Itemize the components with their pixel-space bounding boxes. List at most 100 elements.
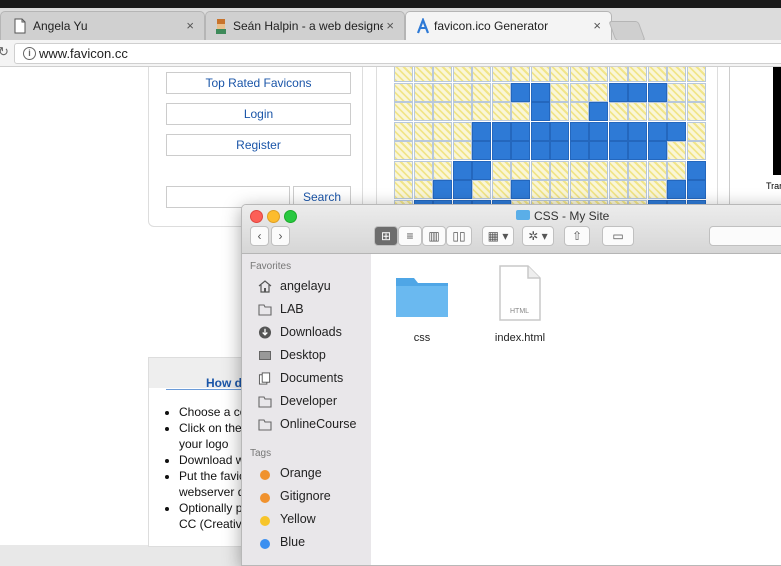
pixel-cell[interactable] [452,141,472,160]
pixel-cell[interactable] [667,102,686,121]
zoom-window-button[interactable] [284,210,297,223]
pixel-cell[interactable] [550,160,569,180]
pixel-cell[interactable] [589,67,608,82]
pixel-cell[interactable] [433,82,452,102]
pixel-cell[interactable] [452,180,472,199]
pixel-cell[interactable] [550,82,569,102]
pixel-cell[interactable] [608,180,628,199]
pixel-cell[interactable] [608,141,628,160]
pixel-cell[interactable] [550,141,569,160]
pixel-cell[interactable] [608,121,628,141]
pixel-cell[interactable] [394,82,413,102]
pixel-cell[interactable] [472,102,491,121]
share-icon[interactable]: ⇧ [564,226,590,246]
pixel-cell[interactable] [452,82,472,102]
pixel-cell[interactable] [550,180,569,199]
pixel-cell[interactable] [491,67,511,82]
icon-view-button[interactable]: ⊞ [374,226,398,246]
pixel-cell[interactable] [569,82,589,102]
new-tab-button[interactable] [608,21,646,41]
pixel-cell[interactable] [589,102,608,121]
pixel-cell[interactable] [647,121,667,141]
pixel-cell[interactable] [452,67,472,82]
register-button[interactable]: Register [166,134,351,156]
pixel-cell[interactable] [589,121,608,141]
pixel-cell[interactable] [569,180,589,199]
pixel-cell[interactable] [472,121,491,141]
cover-flow-button[interactable]: ▯▯ [446,226,472,246]
pixel-cell[interactable] [472,67,491,82]
pixel-cell[interactable] [491,102,511,121]
pixel-cell[interactable] [628,141,647,160]
list-view-button[interactable]: ≡ [398,226,422,246]
pixel-cell[interactable] [628,121,647,141]
pixel-cell[interactable] [433,67,452,82]
pixel-cell[interactable] [686,82,706,102]
pixel-cell[interactable] [647,141,667,160]
pixel-cell[interactable] [472,160,491,180]
pixel-cell[interactable] [491,121,511,141]
pixel-cell[interactable] [686,121,706,141]
pixel-cell[interactable] [569,141,589,160]
reload-icon[interactable]: ↻ [0,44,9,60]
pixel-cell[interactable] [491,82,511,102]
pixel-cell[interactable] [569,121,589,141]
close-window-button[interactable] [250,210,263,223]
pixel-cell[interactable] [569,160,589,180]
action-gear-icon[interactable]: ✲ ▾ [522,226,554,246]
pixel-cell[interactable] [608,160,628,180]
tab-favicon-generator[interactable]: favicon.ico Generator × [405,11,612,40]
pixel-cell[interactable] [511,180,530,199]
pixel-cell[interactable] [647,102,667,121]
pixel-cell[interactable] [530,121,550,141]
pixel-cell[interactable] [530,160,550,180]
pixel-cell[interactable] [413,160,433,180]
pixel-cell[interactable] [569,67,589,82]
pixel-cell[interactable] [413,102,433,121]
tab-angela-yu[interactable]: Angela Yu × [0,11,205,40]
pixel-cell[interactable] [628,180,647,199]
pixel-cell[interactable] [530,180,550,199]
pixel-cell[interactable] [686,67,706,82]
pixel-cell[interactable] [647,67,667,82]
pixel-cell[interactable] [433,121,452,141]
pixel-cell[interactable] [394,160,413,180]
pixel-cell[interactable] [511,160,530,180]
pixel-cell[interactable] [686,141,706,160]
pixel-cell[interactable] [550,102,569,121]
pixel-cell[interactable] [511,102,530,121]
pixel-cell[interactable] [511,141,530,160]
pixel-cell[interactable] [608,67,628,82]
pixel-cell[interactable] [394,102,413,121]
pixel-cell[interactable] [472,82,491,102]
pixel-cell[interactable] [413,82,433,102]
pixel-cell[interactable] [413,180,433,199]
pixel-cell[interactable] [686,160,706,180]
pixel-cell[interactable] [608,102,628,121]
pixel-cell[interactable] [394,121,413,141]
pixel-cell[interactable] [413,67,433,82]
pixel-cell[interactable] [433,160,452,180]
pixel-cell[interactable] [628,67,647,82]
pixel-cell[interactable] [647,82,667,102]
pixel-cell[interactable] [667,67,686,82]
url-input[interactable]: i www.favicon.cc [14,43,781,64]
pixel-cell[interactable] [394,180,413,199]
minimize-window-button[interactable] [267,210,280,223]
pixel-cell[interactable] [530,141,550,160]
tab-sean-halpin[interactable]: Seán Halpin - a web designer & × [205,11,405,40]
pixel-cell[interactable] [394,141,413,160]
close-icon[interactable]: × [386,18,394,33]
pixel-cell[interactable] [608,82,628,102]
pixel-cell[interactable] [589,82,608,102]
close-icon[interactable]: × [186,18,194,33]
pixel-cell[interactable] [433,102,452,121]
info-icon[interactable]: i [23,47,36,60]
pixel-cell[interactable] [452,121,472,141]
top-rated-favicons-button[interactable]: Top Rated Favicons [166,72,351,94]
pixel-cell[interactable] [472,180,491,199]
pixel-cell[interactable] [550,67,569,82]
pixel-cell[interactable] [589,160,608,180]
pixel-cell[interactable] [667,160,686,180]
column-view-button[interactable]: ▥ [422,226,446,246]
